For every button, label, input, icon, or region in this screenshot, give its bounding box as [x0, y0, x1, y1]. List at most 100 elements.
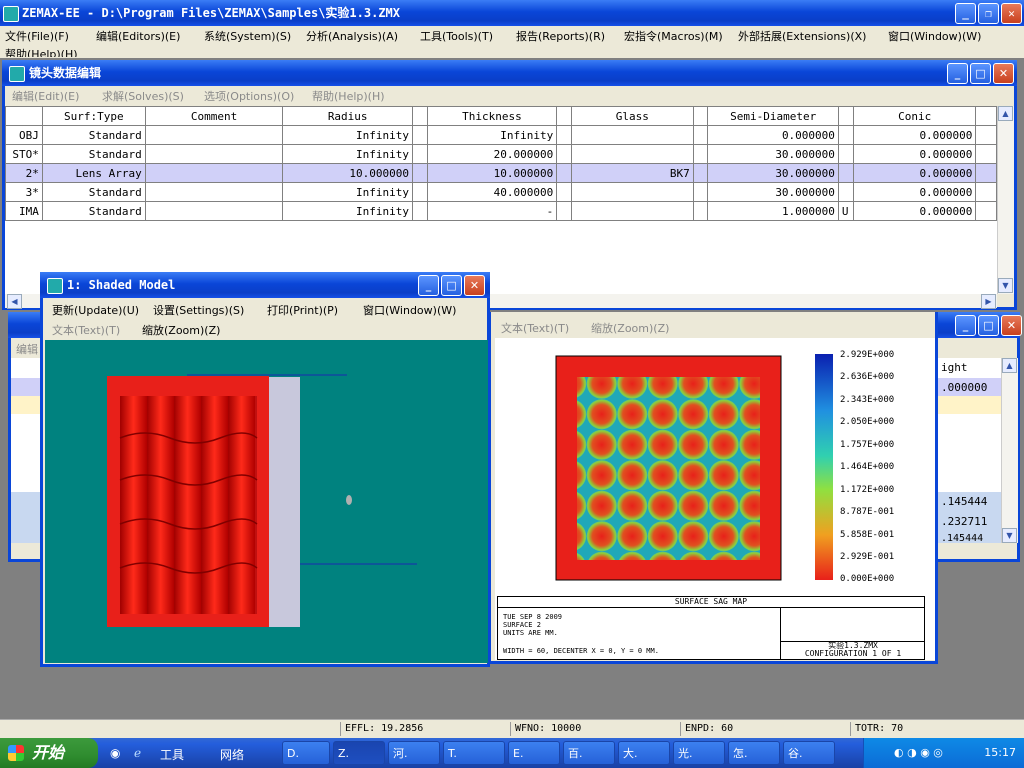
shaded-menu-print[interactable]: 打印(Print)(P) [267, 302, 338, 318]
toolbar-network[interactable]: 网络 [220, 746, 244, 763]
task-item[interactable]: 大. [618, 741, 670, 765]
cell-glass[interactable] [570, 125, 694, 145]
shaded-maximize[interactable]: □ [441, 275, 462, 296]
tray-icons[interactable]: ◐ ◑ ◉ ◎ [894, 738, 943, 768]
shaded-minimize[interactable]: _ [418, 275, 439, 296]
lens-editor-close[interactable]: ✕ [993, 63, 1014, 84]
header-glass[interactable]: Glass [570, 106, 694, 126]
cell-surf[interactable]: 3* [5, 182, 43, 202]
cell-glass[interactable] [570, 144, 694, 164]
quicklaunch-icon[interactable]: ◉ [110, 746, 120, 760]
shaded-menu-window[interactable]: 窗口(Window)(W) [363, 302, 456, 318]
task-item[interactable]: 怎. [728, 741, 780, 765]
bg-editor-close[interactable]: ✕ [1001, 315, 1022, 336]
menu-file[interactable]: 文件(File)(F) [5, 28, 69, 44]
task-item[interactable]: 谷. [783, 741, 835, 765]
cell-thickness[interactable]: Infinity [426, 125, 558, 145]
task-item[interactable]: 百. [563, 741, 615, 765]
task-item-zemax[interactable]: Z. [333, 741, 385, 765]
table-row[interactable]: 2* Lens Array 10.000000 10.000000 BK7 30… [5, 163, 997, 183]
zemax-app-icon[interactable] [3, 6, 19, 22]
cell-semi-solve[interactable]: U [837, 201, 854, 221]
lens-editor-vscroll[interactable]: ▲ ▼ [997, 106, 1014, 294]
cell-glass[interactable] [570, 182, 694, 202]
cell-type[interactable]: Lens Array [41, 163, 146, 183]
cell-radius[interactable]: Infinity [282, 182, 413, 202]
shaded-close[interactable]: ✕ [464, 275, 485, 296]
lens-menu-help[interactable]: 帮助(Help)(H) [312, 88, 385, 104]
menu-system[interactable]: 系统(System)(S) [204, 28, 291, 44]
scroll-up-arrow-icon[interactable]: ▲ [998, 106, 1013, 121]
cell-radius[interactable]: Infinity [282, 144, 413, 164]
cell-semi-diameter[interactable]: 30.000000 [707, 163, 839, 183]
scroll-down-arrow-icon[interactable]: ▼ [1002, 528, 1017, 543]
cell-type[interactable]: Standard [41, 201, 146, 221]
cell-thickness[interactable]: 40.000000 [426, 182, 558, 202]
header-conic[interactable]: Conic [852, 106, 977, 126]
task-item[interactable]: 光. [673, 741, 725, 765]
cell-thickness[interactable]: - [426, 201, 558, 221]
cell-glass[interactable] [570, 201, 694, 221]
menu-macros[interactable]: 宏指令(Macros)(M) [624, 28, 723, 44]
table-row[interactable]: IMA Standard Infinity - 1.000000 U 0.000… [5, 201, 997, 221]
cell-comment[interactable] [144, 182, 284, 202]
cell-type[interactable]: Standard [41, 125, 146, 145]
app-title-bar[interactable]: ZEMAX-EE - D:\Program Files\ZEMAX\Sample… [0, 0, 1024, 26]
cell-type[interactable]: Standard [41, 144, 146, 164]
scroll-right-arrow-icon[interactable]: ▶ [981, 294, 996, 309]
cell-comment[interactable] [144, 125, 284, 145]
scroll-down-arrow-icon[interactable]: ▼ [998, 278, 1013, 293]
bg-editor-maximize[interactable]: □ [978, 315, 999, 336]
cell-surf[interactable]: IMA [5, 201, 43, 221]
bg-editor-menu-edit[interactable]: 编辑 [16, 341, 38, 357]
bg-cell[interactable]: .000000 [941, 381, 987, 394]
cell-radius[interactable]: Infinity [282, 201, 413, 221]
menu-extensions[interactable]: 外部括展(Extensions)(X) [738, 28, 866, 44]
shaded-menu-text[interactable]: 文本(Text)(T) [52, 322, 120, 338]
task-item[interactable]: T. [443, 741, 505, 765]
lens-editor-title-bar[interactable]: 镜头数据编辑 _ □ ✕ [2, 60, 1017, 86]
restore-button[interactable]: ❐ [978, 3, 999, 24]
clock[interactable]: 15:17 [984, 738, 1016, 768]
cell-semi-solve[interactable] [837, 144, 854, 164]
cell-conic[interactable]: 0.000000 [852, 125, 977, 145]
sag-menu-text[interactable]: 文本(Text)(T) [501, 320, 569, 336]
menu-tools[interactable]: 工具(Tools)(T) [420, 28, 493, 44]
shaded-menu-settings[interactable]: 设置(Settings)(S) [153, 302, 244, 318]
cell-semi-solve[interactable] [837, 163, 854, 183]
scroll-left-arrow-icon[interactable]: ◀ [7, 294, 22, 309]
cell-thickness[interactable]: 10.000000 [426, 163, 558, 183]
menu-analysis[interactable]: 分析(Analysis)(A) [306, 28, 398, 44]
cell-surf[interactable]: STO* [5, 144, 43, 164]
bg-editor-minimize[interactable]: _ [955, 315, 976, 336]
lens-editor-maximize[interactable]: □ [970, 63, 991, 84]
close-button[interactable]: ✕ [1001, 3, 1022, 24]
task-item[interactable]: D. [282, 741, 330, 765]
sag-menu-zoom[interactable]: 缩放(Zoom)(Z) [591, 320, 669, 336]
header-thickness[interactable]: Thickness [426, 106, 558, 126]
cell-comment[interactable] [144, 144, 284, 164]
scroll-up-arrow-icon[interactable]: ▲ [1002, 358, 1017, 373]
cell-surf[interactable]: OBJ [5, 125, 43, 145]
ie-icon[interactable]: ℯ [134, 746, 141, 760]
minimize-button[interactable]: _ [955, 3, 976, 24]
bg-cell[interactable]: .232711 [941, 515, 987, 528]
menu-reports[interactable]: 报告(Reports)(R) [516, 28, 605, 44]
cell-type[interactable]: Standard [41, 182, 146, 202]
cell-radius[interactable]: 10.000000 [282, 163, 413, 183]
cell-conic[interactable]: 0.000000 [852, 144, 977, 164]
bg-cell[interactable]: .145444 [941, 533, 983, 544]
shaded-menu-update[interactable]: 更新(Update)(U) [52, 302, 139, 318]
lens-menu-edit[interactable]: 编辑(Edit)(E) [12, 88, 79, 104]
cell-semi-diameter[interactable]: 0.000000 [707, 125, 839, 145]
bg-editor-vscroll[interactable]: ▲ ▼ [1001, 358, 1018, 543]
cell-thickness[interactable]: 20.000000 [426, 144, 558, 164]
menu-window[interactable]: 窗口(Window)(W) [888, 28, 981, 44]
task-item[interactable]: 河. [388, 741, 440, 765]
cell-semi-diameter[interactable]: 30.000000 [707, 144, 839, 164]
cell-radius[interactable]: Infinity [282, 125, 413, 145]
shaded-menu-zoom[interactable]: 缩放(Zoom)(Z) [142, 322, 220, 338]
shaded-model-title-bar[interactable]: 1: Shaded Model _ □ ✕ [40, 272, 490, 298]
cell-conic[interactable]: 0.000000 [852, 201, 977, 221]
table-row[interactable]: STO* Standard Infinity 20.000000 30.0000… [5, 144, 997, 164]
